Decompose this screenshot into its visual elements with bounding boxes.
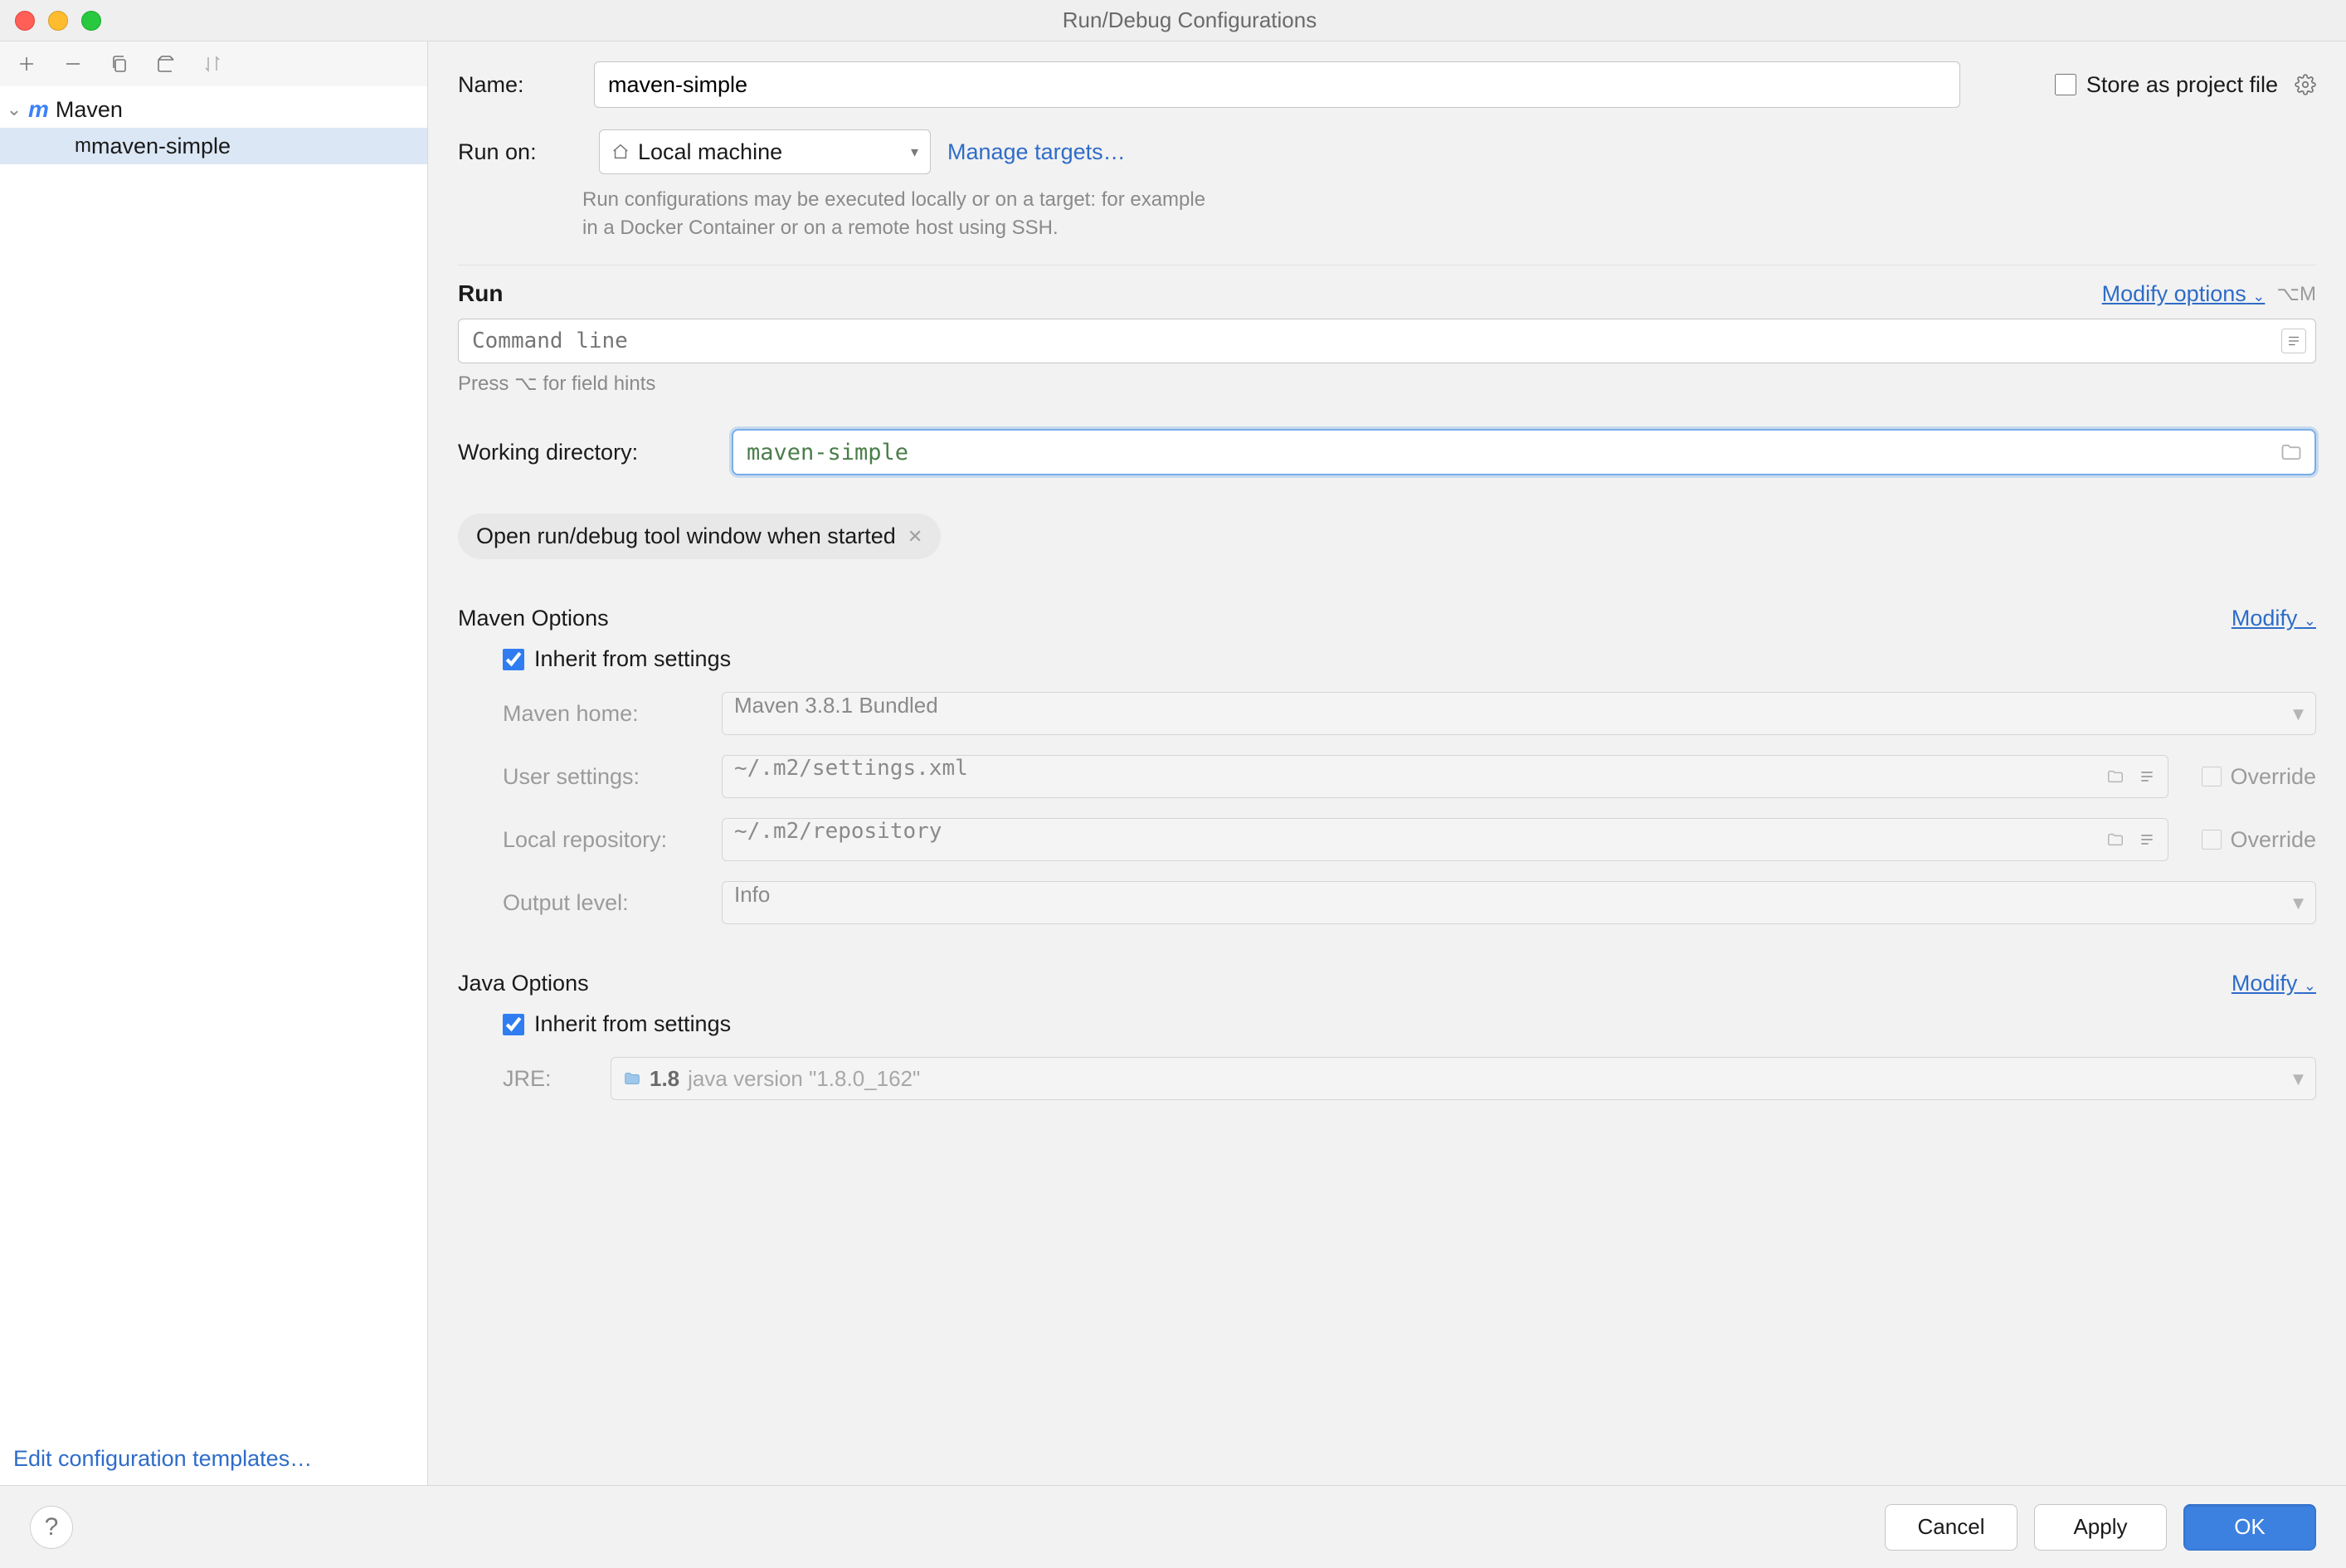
java-section-title: Java Options [458, 971, 589, 996]
minimize-window-icon[interactable] [48, 11, 68, 31]
add-icon[interactable] [15, 52, 38, 75]
maximize-window-icon[interactable] [81, 11, 101, 31]
manage-targets-link[interactable]: Manage targets… [947, 139, 1126, 165]
sidebar-toolbar [0, 41, 427, 86]
local-repo-field: ~/.m2/repository [722, 818, 2168, 861]
override-label: Override [2230, 764, 2316, 790]
override-label: Override [2230, 827, 2316, 853]
expand-field-icon [2135, 765, 2159, 788]
working-dir-label: Working directory: [458, 440, 715, 465]
store-project-label: Store as project file [2086, 72, 2278, 98]
maven-inherit-checkbox[interactable] [503, 649, 524, 670]
runon-note: Run configurations may be executed local… [582, 186, 1412, 241]
runon-value: Local machine [638, 139, 782, 165]
chevron-down-icon: ▾ [2293, 890, 2304, 916]
sidebar-footer: Edit configuration templates… [0, 1436, 427, 1485]
sidebar: ⌄ m Maven m maven-simple Edit configurat… [0, 41, 428, 1485]
output-level-combo: Info ▾ [722, 881, 2316, 924]
option-pill[interactable]: Open run/debug tool window when started … [458, 514, 941, 559]
local-repo-label: Local repository: [503, 827, 705, 853]
java-inherit-label: Inherit from settings [534, 1011, 731, 1037]
chevron-down-icon: ▾ [911, 144, 918, 161]
save-icon[interactable] [154, 52, 178, 75]
expand-field-icon[interactable] [2281, 329, 2306, 353]
tree-node-label: maven-simple [91, 134, 231, 159]
close-icon[interactable]: ✕ [908, 526, 922, 548]
titlebar: Run/Debug Configurations [0, 0, 2346, 41]
maven-home-label: Maven home: [503, 701, 705, 727]
window-title: Run/Debug Configurations [101, 7, 2278, 33]
ok-button[interactable]: OK [2183, 1504, 2316, 1551]
edit-templates-link[interactable]: Edit configuration templates… [13, 1446, 312, 1471]
folder-icon[interactable] [2280, 441, 2303, 464]
folder-icon [2104, 828, 2127, 851]
jre-label: JRE: [503, 1066, 594, 1092]
home-icon [611, 143, 630, 161]
chevron-down-icon[interactable]: ⌄ [0, 99, 28, 120]
gear-icon[interactable] [2295, 74, 2316, 95]
store-project-checkbox[interactable] [2055, 74, 2076, 95]
apply-button[interactable]: Apply [2034, 1504, 2167, 1551]
option-pill-label: Open run/debug tool window when started [476, 523, 896, 549]
cancel-button[interactable]: Cancel [1885, 1504, 2017, 1551]
config-tree: ⌄ m Maven m maven-simple [0, 86, 427, 1436]
runon-combo[interactable]: Local machine ▾ [599, 129, 931, 174]
close-window-icon[interactable] [15, 11, 35, 31]
command-line-input[interactable] [458, 319, 2316, 363]
chevron-down-icon: ▾ [2293, 1066, 2304, 1092]
copy-icon[interactable] [108, 52, 131, 75]
folder-icon [623, 1069, 641, 1088]
user-settings-label: User settings: [503, 764, 705, 790]
field-hint: Press ⌥ for field hints [458, 372, 2316, 396]
name-input[interactable] [594, 61, 1960, 108]
tree-node-maven[interactable]: ⌄ m Maven [0, 91, 427, 128]
local-repo-override-checkbox [2202, 830, 2222, 850]
maven-icon: m [28, 96, 49, 123]
user-settings-field: ~/.m2/settings.xml [722, 755, 2168, 798]
window-controls [15, 11, 101, 31]
maven-inherit-label: Inherit from settings [534, 646, 731, 672]
output-level-label: Output level: [503, 890, 705, 916]
remove-icon[interactable] [61, 52, 85, 75]
java-inherit-checkbox[interactable] [503, 1014, 524, 1035]
maven-section-title: Maven Options [458, 606, 609, 631]
maven-home-field: Maven 3.8.1 Bundled ▾ [722, 692, 2316, 735]
tree-node-label: Maven [56, 97, 123, 123]
name-label: Name: [458, 72, 574, 98]
jre-field: 1.8 java version "1.8.0_162" ▾ [611, 1057, 2316, 1100]
java-modify-link[interactable]: Modify ⌄ [2232, 971, 2316, 996]
working-dir-input[interactable] [732, 429, 2316, 475]
dialog-footer: ? Cancel Apply OK [0, 1485, 2346, 1568]
sort-icon[interactable] [201, 52, 224, 75]
runon-label: Run on: [458, 139, 582, 165]
shortcut-label: ⌥M [2276, 282, 2316, 306]
expand-field-icon [2135, 828, 2159, 851]
modify-options-link[interactable]: Modify options ⌄ [2102, 281, 2266, 307]
maven-modify-link[interactable]: Modify ⌄ [2232, 606, 2316, 631]
content-pane: Name: Store as project file Run on: Loca… [428, 41, 2346, 1485]
run-section-title: Run [458, 280, 503, 307]
chevron-down-icon: ▾ [2293, 701, 2304, 727]
tree-node-maven-simple[interactable]: m maven-simple [0, 128, 427, 164]
folder-icon [2104, 765, 2127, 788]
help-button[interactable]: ? [30, 1506, 73, 1549]
user-settings-override-checkbox [2202, 767, 2222, 786]
maven-icon: m [75, 134, 91, 158]
